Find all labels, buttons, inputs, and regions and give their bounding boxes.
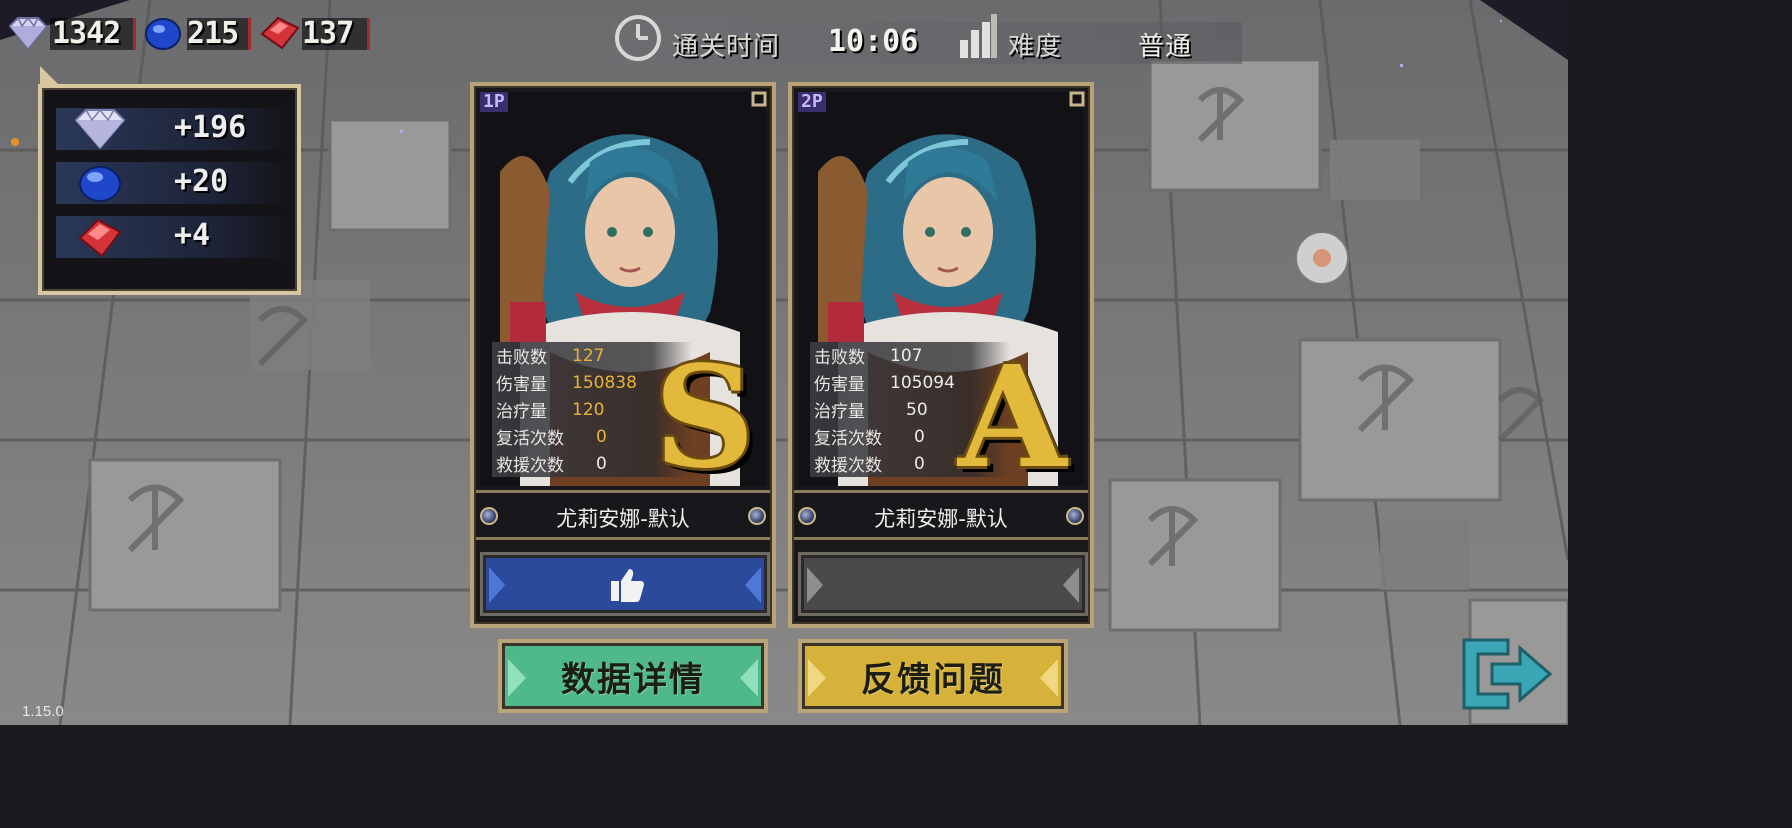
difficulty-label: 难度 (1008, 32, 1063, 62)
stat-value: 0 (914, 426, 925, 447)
reward-red-gem-value: +4 (174, 218, 211, 253)
stat-label: 击败数 (814, 348, 865, 368)
stat-label: 救援次数 (814, 456, 882, 476)
thumbs-up-icon (611, 569, 644, 602)
stat-value: 127 (572, 345, 605, 366)
reward-row-blue-gem: +20 (56, 162, 286, 204)
panel-notch (40, 66, 62, 88)
feedback-label: 反馈问题 (861, 659, 1005, 700)
like-button[interactable] (480, 552, 770, 616)
reward-diamond-value: +196 (174, 110, 247, 145)
stat-label: 伤害量 (496, 375, 547, 395)
stat-value: 120 (572, 399, 605, 420)
data-details-label: 数据详情 (561, 659, 705, 700)
blue-gem-icon (145, 18, 181, 50)
stat-label: 击败数 (496, 348, 547, 368)
corner-ornament-icon (1069, 91, 1085, 107)
player-tag: 2P (798, 92, 826, 112)
player-card-1p: 1P 击败数 127 伤害量 150838 治疗量 120 复活次数 0 救援次数 0 S… (470, 82, 776, 628)
clear-time-value: 10:06 (828, 24, 919, 59)
clock-icon (615, 15, 661, 61)
performance-grade: A (958, 336, 1067, 500)
stat-value: 105094 (890, 372, 955, 393)
bolt-icon (1066, 507, 1084, 525)
red-gem-icon (260, 16, 300, 50)
stat-value: 107 (890, 345, 923, 366)
red-gem-icon (78, 218, 122, 258)
stat-value: 50 (906, 399, 928, 420)
like-button[interactable] (798, 552, 1088, 616)
player-card-2p: 2P 击败数 107 伤害量 105094 治疗量 50 复活次数 0 救援次数 0 A … (788, 82, 1094, 628)
character-nameplate: 尤莉安娜-默认 (476, 490, 770, 540)
diamond-icon (74, 108, 126, 150)
version-label: 1.15.0 (22, 703, 64, 720)
stat-value: 0 (596, 453, 607, 474)
performance-grade: S (654, 336, 756, 500)
stat-label: 伤害量 (814, 375, 865, 395)
left-arrow-icon (489, 567, 505, 603)
diamond-icon (8, 16, 48, 50)
diamond-count: 1342 (52, 15, 121, 51)
difficulty-value: 普通 (1138, 32, 1193, 62)
stat-label: 治疗量 (814, 402, 865, 422)
right-arrow-icon (1063, 567, 1079, 603)
currency-red-gem: 137 (258, 14, 370, 52)
reward-panel: +196 +20 +4 (38, 66, 301, 295)
character-name: 尤莉安娜-默认 (874, 507, 1008, 531)
data-details-button[interactable]: 数据详情 (498, 639, 768, 713)
difficulty-bars-icon (960, 14, 997, 58)
stat-label: 复活次数 (496, 429, 564, 449)
stat-value: 0 (596, 426, 607, 447)
left-arrow-icon (807, 567, 823, 603)
clear-time-label: 通关时间 (672, 32, 781, 62)
stat-value: 0 (914, 453, 925, 474)
player-tag: 1P (480, 92, 508, 112)
reward-blue-gem-value: +20 (174, 164, 229, 199)
blue-gem-count: 215 (187, 15, 239, 51)
left-arrow-icon (808, 659, 826, 697)
reward-row-red-gem: +4 (56, 216, 286, 258)
stat-label: 救援次数 (496, 456, 564, 476)
stat-label: 复活次数 (814, 429, 882, 449)
exit-icon[interactable] (1458, 636, 1554, 712)
currency-diamond: 1342 (4, 14, 136, 52)
bolt-icon (748, 507, 766, 525)
stat-label: 治疗量 (496, 402, 547, 422)
red-gem-count: 137 (302, 15, 354, 51)
feedback-button[interactable]: 反馈问题 (798, 639, 1068, 713)
currency-blue-gem: 215 (143, 14, 251, 52)
corner-ornament-icon (751, 91, 767, 107)
left-arrow-icon (508, 659, 526, 697)
stat-value: 150838 (572, 372, 637, 393)
right-arrow-icon (1040, 659, 1058, 697)
right-arrow-icon (745, 567, 761, 603)
stage-info-bar: 通关时间 10:06 难度 普通 (612, 14, 1242, 64)
reward-row-diamond: +196 (56, 108, 286, 150)
character-name: 尤莉安娜-默认 (556, 507, 690, 531)
right-arrow-icon (740, 659, 758, 697)
character-nameplate: 尤莉安娜-默认 (794, 490, 1088, 540)
blue-gem-icon (79, 166, 121, 202)
